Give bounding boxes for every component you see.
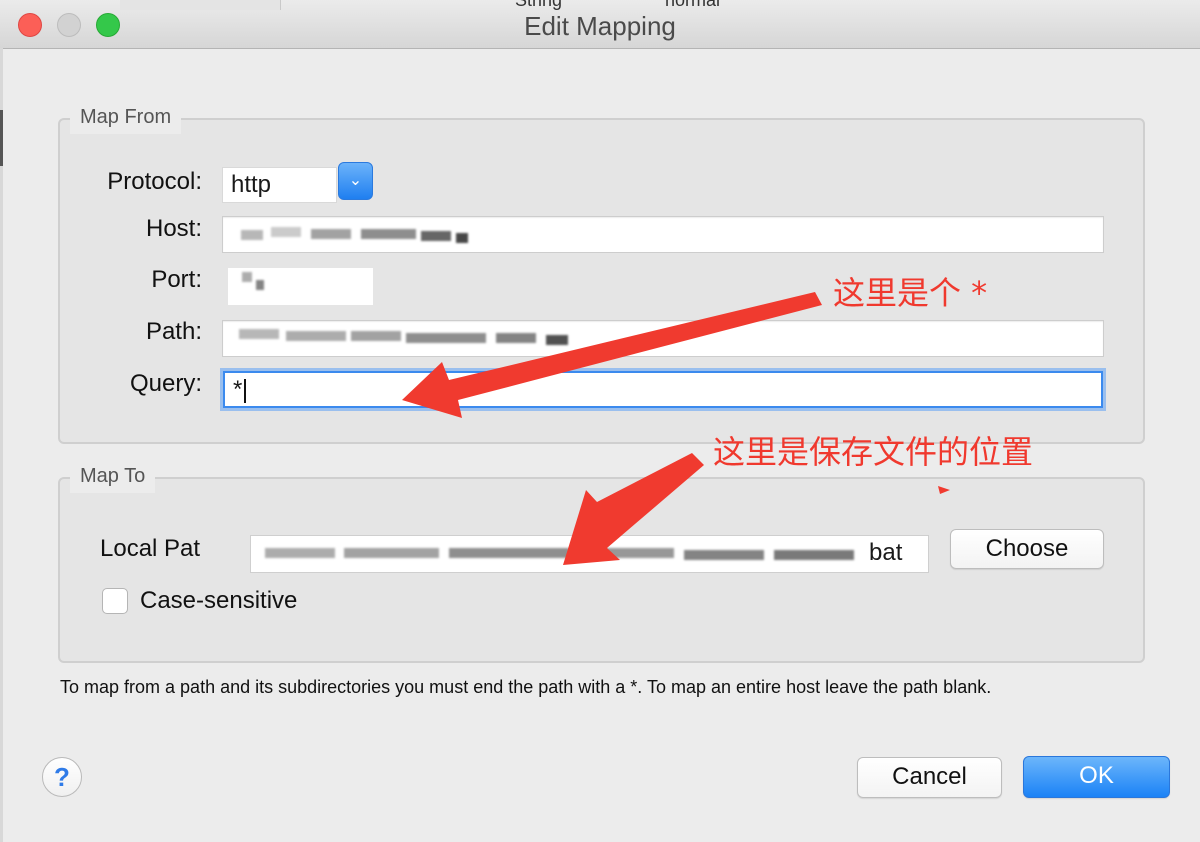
query-input[interactable]: *: [223, 371, 1103, 408]
background-cell: [120, 0, 281, 10]
help-icon[interactable]: ?: [42, 757, 82, 797]
query-label: Query:: [129, 370, 202, 397]
text-caret: [244, 378, 247, 403]
choose-button[interactable]: Choose: [950, 529, 1104, 569]
path-label: Path:: [145, 318, 202, 345]
background-cell-kind: String: [515, 0, 563, 10]
chevron-down-icon[interactable]: ⌄: [338, 162, 373, 200]
query-annotation: 这里是个 *: [833, 274, 988, 312]
path-input[interactable]: [222, 320, 1104, 357]
case-sensitive-checkbox[interactable]: [102, 588, 128, 614]
local-path-label: Local Pat: [100, 535, 201, 562]
query-value: *: [233, 376, 243, 403]
map-from-legend: Map From: [70, 100, 182, 134]
ok-button[interactable]: OK: [1023, 756, 1170, 798]
title-bar: String normal Edit Mapping: [0, 0, 1200, 49]
protocol-select[interactable]: http: [222, 167, 337, 203]
local-path-input[interactable]: bat: [250, 535, 929, 573]
case-sensitive-label[interactable]: Case-sensitive: [140, 587, 297, 615]
local-path-suffix: bat: [869, 539, 903, 566]
cancel-button[interactable]: Cancel: [857, 757, 1002, 798]
map-to-legend: Map To: [70, 459, 156, 493]
local-path-annotation: 这里是保存文件的位置: [713, 433, 1034, 471]
mapping-hint: To map from a path and its subdirectorie…: [60, 677, 992, 697]
background-table-row: String normal: [120, 0, 840, 10]
protocol-value: http: [231, 171, 272, 198]
host-input[interactable]: [222, 216, 1104, 253]
window-title: Edit Mapping: [524, 11, 676, 41]
edge-mark: [0, 110, 3, 166]
port-label: Port:: [151, 266, 202, 293]
host-label: Host:: [145, 215, 202, 242]
protocol-label: Protocol:: [107, 168, 202, 195]
port-input[interactable]: [228, 268, 373, 305]
window-edge: [0, 48, 3, 842]
background-cell-priority: normal: [665, 0, 721, 10]
